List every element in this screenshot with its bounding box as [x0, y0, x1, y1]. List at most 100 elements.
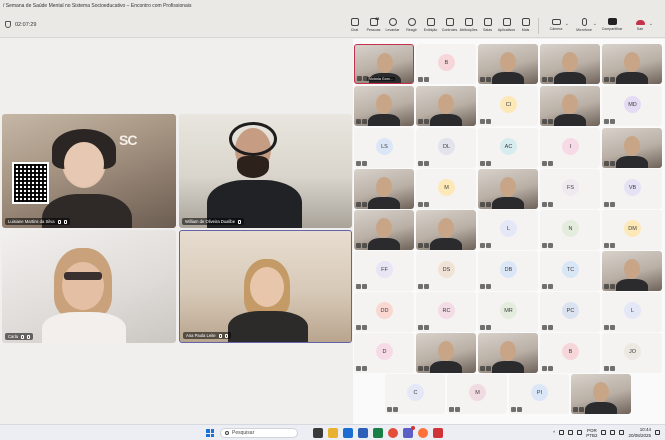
participant-tile[interactable]: TC — [540, 251, 600, 291]
participant-tile[interactable] — [354, 210, 414, 250]
participant-tile[interactable]: JO — [602, 333, 662, 373]
cloud-icon[interactable] — [559, 430, 565, 435]
participant-tile[interactable] — [540, 86, 600, 126]
participant-tile[interactable] — [478, 333, 538, 373]
participant-face — [62, 262, 104, 310]
participant-tile[interactable]: DM — [602, 210, 662, 250]
participant-tile[interactable] — [416, 333, 476, 373]
pin-icon — [610, 119, 615, 124]
toolbar-raise-button[interactable]: Levantar — [383, 15, 402, 37]
taskbar-clock[interactable]: 10:44 20/08/2025 — [628, 427, 651, 438]
avatar: FS — [562, 179, 579, 196]
participant-tile[interactable] — [571, 374, 631, 414]
participant-tile[interactable] — [602, 128, 662, 168]
participant-tile[interactable]: RC — [416, 292, 476, 332]
participant-tile[interactable]: PI — [509, 374, 569, 414]
toolbar-notes-button[interactable]: Controles — [440, 15, 459, 37]
participant-tile[interactable]: DL — [416, 128, 476, 168]
participant-tile[interactable] — [354, 169, 414, 209]
chevron-up-icon[interactable]: ^ — [553, 430, 555, 435]
participant-tile[interactable]: C — [385, 374, 445, 414]
video-tile-4-speaking[interactable]: Ana Paula Leite — [179, 230, 352, 343]
participant-body — [430, 361, 462, 373]
bluetooth-icon[interactable] — [577, 430, 583, 435]
excel-icon[interactable] — [373, 428, 383, 438]
participant-tile[interactable]: L — [478, 210, 538, 250]
participant-tile[interactable] — [602, 251, 662, 291]
participant-tile[interactable]: N — [540, 210, 600, 250]
leave-button[interactable]: Sair ⌄ — [626, 15, 654, 37]
toolbar-apps-button[interactable]: Aplicativos — [497, 15, 516, 37]
chrome-icon[interactable] — [388, 428, 398, 438]
file-explorer-icon[interactable] — [328, 428, 338, 438]
mic-off-icon — [604, 243, 609, 248]
participant-tile[interactable]: D — [354, 333, 414, 373]
chevron-down-icon[interactable]: ⌄ — [593, 21, 597, 27]
participant-tile[interactable]: PC — [540, 292, 600, 332]
network-icon[interactable] — [568, 430, 574, 435]
wifi-icon[interactable] — [601, 430, 607, 435]
participant-tile[interactable]: L — [602, 292, 662, 332]
participant-tile[interactable] — [416, 210, 476, 250]
pin-icon — [362, 284, 367, 289]
toolbar-label: Microfone — [576, 28, 592, 32]
participant-tile[interactable]: FS — [540, 169, 600, 209]
tile-status-icons — [542, 119, 553, 124]
task-view-icon[interactable] — [313, 428, 323, 438]
microphone-button[interactable]: Microfone ⌄ — [570, 15, 598, 37]
participant-tile[interactable] — [478, 44, 538, 84]
participant-tile[interactable]: DD — [354, 292, 414, 332]
share-button[interactable]: Compartilhar — [598, 15, 626, 37]
participant-tile[interactable]: B — [540, 333, 600, 373]
participant-tile[interactable] — [354, 86, 414, 126]
participant-tile[interactable]: B — [416, 44, 476, 84]
participant-tile[interactable]: VB — [602, 169, 662, 209]
taskbar-search[interactable]: Pesquisar — [220, 428, 298, 438]
toolbar-rooms-button[interactable]: Salas — [478, 15, 497, 37]
word-icon[interactable] — [358, 428, 368, 438]
participant-tile[interactable]: AC — [478, 128, 538, 168]
participant-tile[interactable] — [602, 44, 662, 84]
participant-face — [500, 52, 516, 72]
toolbar-view-button[interactable]: Exibição — [421, 15, 440, 37]
participant-tile[interactable]: M — [447, 374, 507, 414]
participant-tile[interactable]: DS — [416, 251, 476, 291]
participant-tile[interactable]: MR — [478, 292, 538, 332]
toolbar-react-button[interactable]: Reagir — [402, 15, 421, 37]
tile-status-icons — [418, 366, 429, 371]
video-tile-1[interactable]: SC Luisiane Martins da Silva — [2, 114, 176, 228]
volume-icon[interactable] — [610, 430, 616, 435]
avatar: B — [438, 54, 455, 71]
chevron-down-icon[interactable]: ⌄ — [565, 21, 569, 27]
toolbar-chat-button[interactable]: Chat — [345, 15, 364, 37]
participant-tile[interactable] — [540, 44, 600, 84]
participant-tile[interactable]: Victoria Gom... — [354, 44, 414, 84]
participant-tile[interactable]: MD — [602, 86, 662, 126]
participant-tile[interactable]: LS — [354, 128, 414, 168]
language-indicator[interactable]: POR PTB2 — [586, 428, 597, 438]
participant-tile[interactable]: CI — [478, 86, 538, 126]
participant-tile[interactable]: I — [540, 128, 600, 168]
teams-icon[interactable] — [403, 426, 415, 438]
main-stage: SC Luisiane Martins da Silva William de … — [0, 39, 352, 424]
camera-button[interactable]: Câmera ⌄ — [542, 15, 570, 37]
video-tile-2[interactable]: William de Oliveira Dualibe — [179, 114, 352, 228]
notifications-icon[interactable] — [655, 430, 660, 435]
participant-tile[interactable]: DB — [478, 251, 538, 291]
toolbar-assign-button[interactable]: Atribuições — [459, 15, 478, 37]
participant-tile[interactable] — [416, 86, 476, 126]
participant-tile[interactable]: FF — [354, 251, 414, 291]
participant-tile[interactable] — [478, 169, 538, 209]
windows-start-icon[interactable] — [206, 429, 214, 437]
participant-tile[interactable]: M — [416, 169, 476, 209]
toolbar-people-button[interactable]: 48 Pessoas — [364, 15, 383, 37]
pdf-icon[interactable] — [433, 428, 443, 438]
chevron-down-icon[interactable]: ⌄ — [649, 21, 653, 27]
toolbar-more-button[interactable]: Mais — [516, 15, 535, 37]
tile-status-icons — [356, 161, 367, 166]
outlook-icon[interactable] — [343, 428, 353, 438]
toolbar-label: Aplicativos — [497, 28, 516, 32]
firefox-icon[interactable] — [418, 428, 428, 438]
battery-icon[interactable] — [619, 430, 625, 435]
video-tile-3[interactable]: Carla — [2, 230, 176, 343]
